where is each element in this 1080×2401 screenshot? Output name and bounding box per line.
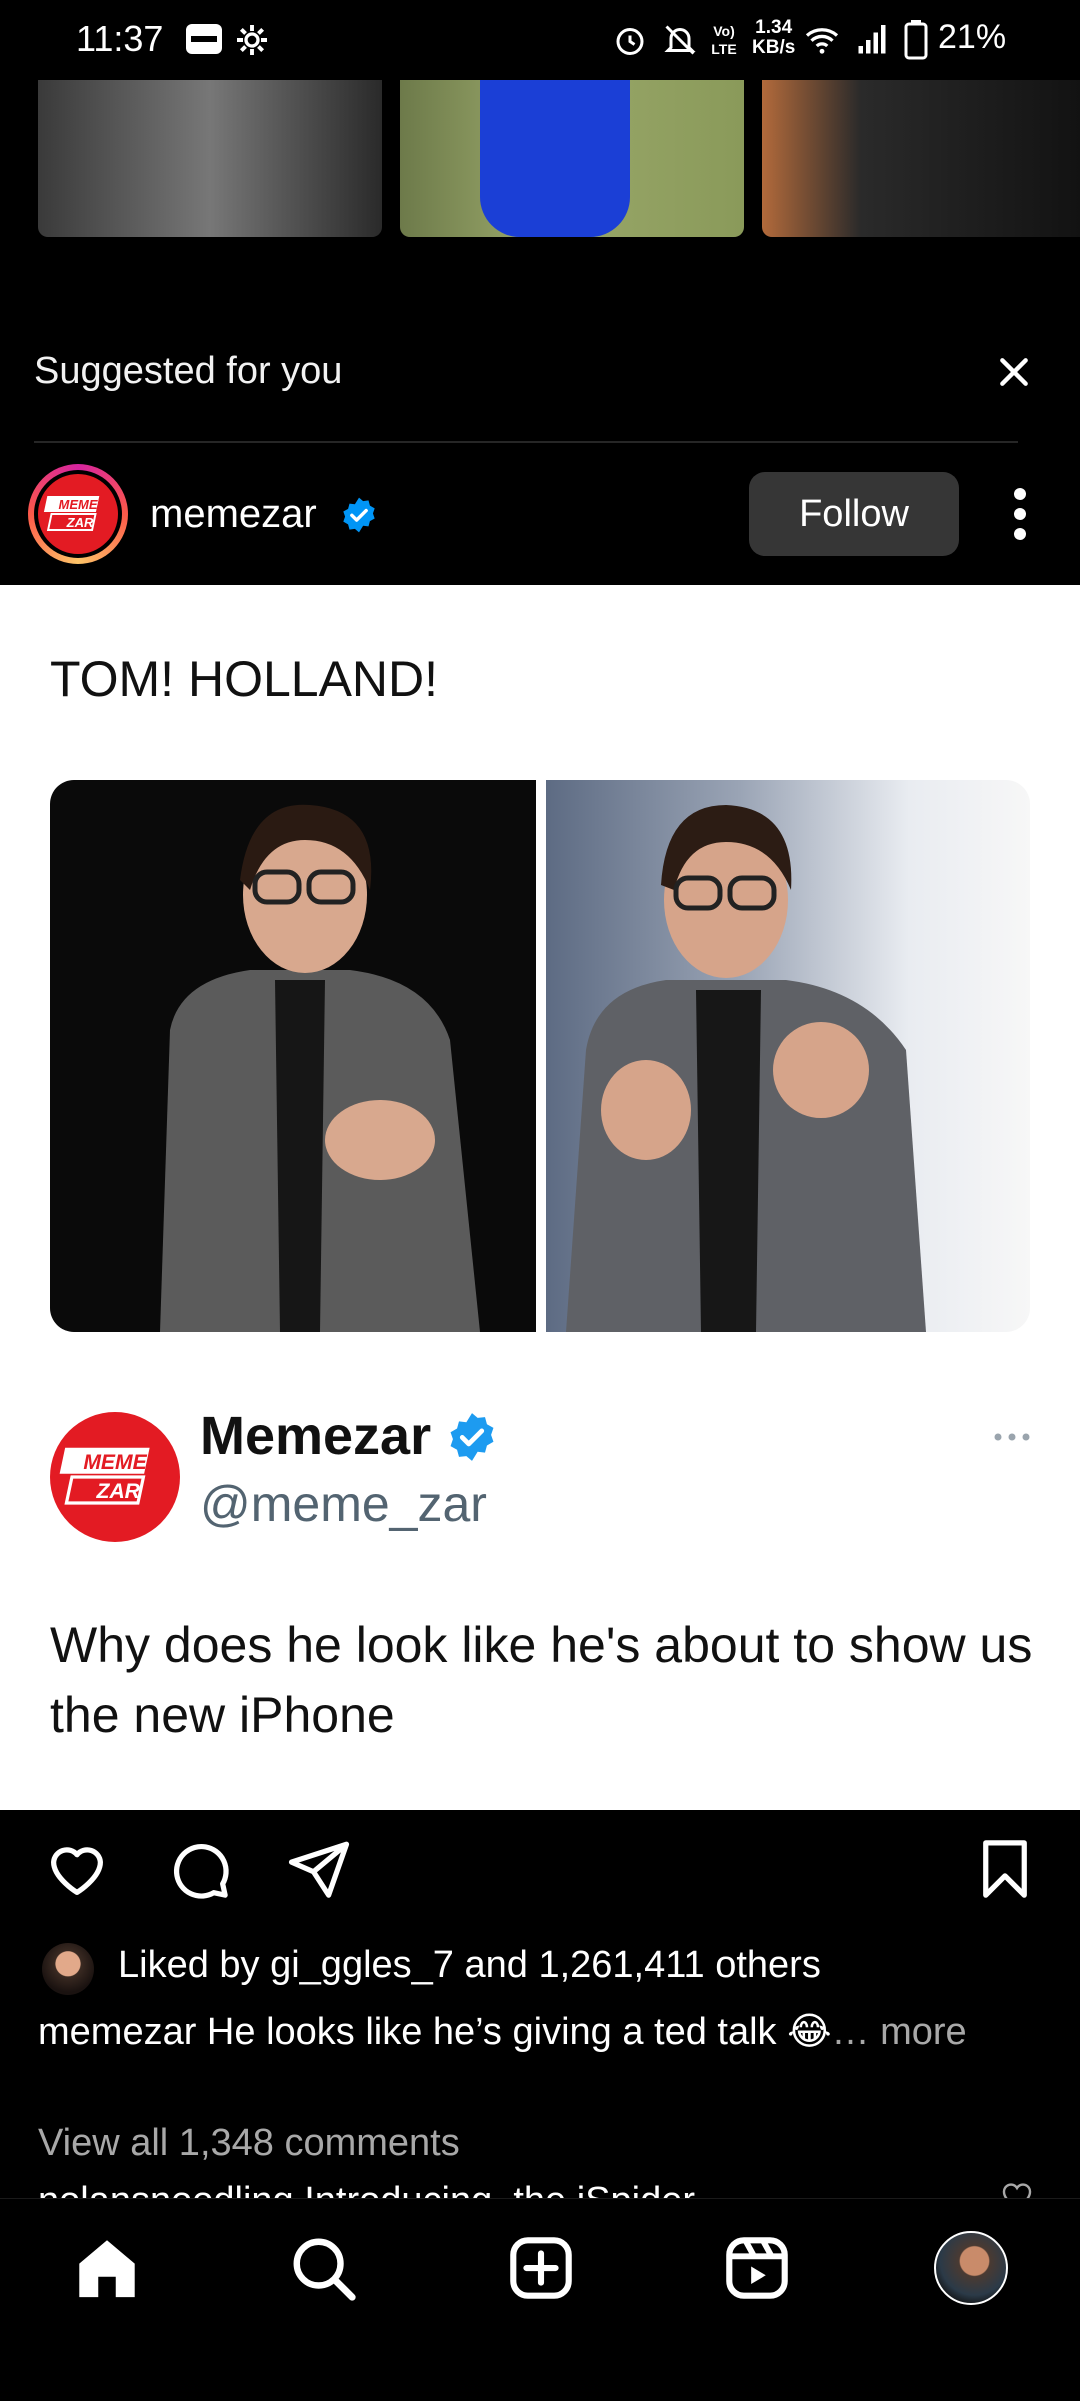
like-heart-icon[interactable]: [44, 1836, 110, 1902]
post-title: TOM! HOLLAND!: [50, 651, 439, 707]
svg-text:MEME: MEME: [59, 497, 98, 512]
liked-by-user[interactable]: gi_ggles_7: [270, 1944, 454, 1986]
blue-figure: [480, 80, 630, 237]
liked-by-avatar[interactable]: [42, 1943, 94, 1995]
home-icon[interactable]: [72, 2233, 142, 2303]
view-all-comments-link[interactable]: View all 1,348 comments: [38, 2122, 460, 2165]
battery-icon: [904, 20, 928, 60]
person-illustration: [160, 804, 480, 1332]
svg-text:ZAR: ZAR: [96, 1480, 141, 1503]
tweet-author-name: Memezar: [200, 1406, 432, 1466]
more-options-icon[interactable]: [1002, 484, 1038, 544]
caption-text: He looks like he’s giving a ted talk 😂: [196, 2011, 832, 2053]
battery-percent: 21%: [938, 18, 1007, 56]
caption-username[interactable]: memezar: [38, 2011, 196, 2053]
comment-preview[interactable]: nolansnoodling Introducing, the iSpider: [38, 2180, 695, 2200]
previous-media-strip: [0, 80, 1080, 240]
memezar-logo: MEME ZAR: [59, 1447, 150, 1505]
divider: [34, 441, 1018, 443]
svg-text:LTE: LTE: [711, 41, 736, 57]
svg-text:Vo): Vo): [713, 23, 735, 39]
tweet-author-avatar: MEME ZAR: [50, 1412, 180, 1542]
post-media[interactable]: TOM! HOLLAND! MEME ZAR Memezar @meme_zar…: [0, 585, 1080, 1810]
mute-bell-icon: [664, 25, 696, 55]
comment-like-icon[interactable]: [1000, 2178, 1034, 2198]
profile-avatar[interactable]: [934, 2231, 1008, 2305]
comment-icon[interactable]: [166, 1836, 232, 1902]
status-bar: 11:37 Vo) LTE 1.34 KB/s 21%: [0, 0, 1080, 80]
close-icon[interactable]: [994, 352, 1034, 392]
status-time: 11:37: [76, 18, 164, 59]
person-illustration: [566, 805, 926, 1332]
story-avatar[interactable]: MEME ZAR: [28, 464, 128, 564]
wifi-icon: [805, 28, 839, 54]
search-icon[interactable]: [288, 2233, 358, 2303]
signal-icon: [858, 25, 886, 54]
suggested-label: Suggested for you: [34, 350, 343, 392]
logo-mark: MEME ZAR: [43, 496, 100, 531]
alarm-icon: [616, 28, 644, 55]
bottom-navigation: [0, 2198, 1080, 2401]
thumbnail-image[interactable]: [400, 80, 744, 237]
memezar-logo: MEME ZAR: [38, 474, 118, 554]
volte-icon: Vo) LTE: [711, 23, 736, 57]
settings-gear-icon: [237, 25, 267, 55]
liked-by-text[interactable]: Liked by gi_ggles_7 and 1,261,411 others: [118, 1944, 821, 1987]
svg-text:MEME: MEME: [83, 1451, 147, 1474]
reels-icon[interactable]: [722, 2233, 792, 2303]
verified-badge-icon: [450, 1413, 494, 1461]
follow-button[interactable]: Follow: [749, 472, 959, 556]
create-post-icon[interactable]: [506, 2233, 576, 2303]
photo-right: [546, 780, 1030, 1332]
caption-more-link[interactable]: … more: [832, 2011, 967, 2053]
tweet-author-handle: @meme_zar: [200, 1476, 487, 1532]
tweet-text: Why does he look like he's about to show…: [50, 1617, 1033, 1743]
svg-text:ZAR: ZAR: [66, 515, 94, 530]
thumbnail-image[interactable]: [762, 80, 1080, 237]
thumbnail-image[interactable]: [38, 80, 382, 237]
photo-left: [50, 780, 536, 1332]
tweet-more-icon: [994, 1433, 1030, 1441]
verified-badge-icon: [343, 497, 375, 533]
account-username[interactable]: memezar: [150, 492, 317, 537]
paytm-icon: [186, 24, 222, 54]
save-bookmark-icon[interactable]: [972, 1836, 1038, 1902]
post-caption[interactable]: memezar He looks like he’s giving a ted …: [38, 2006, 1048, 2058]
network-speed: 1.34 KB/s: [752, 17, 796, 58]
share-send-icon[interactable]: [286, 1836, 352, 1902]
